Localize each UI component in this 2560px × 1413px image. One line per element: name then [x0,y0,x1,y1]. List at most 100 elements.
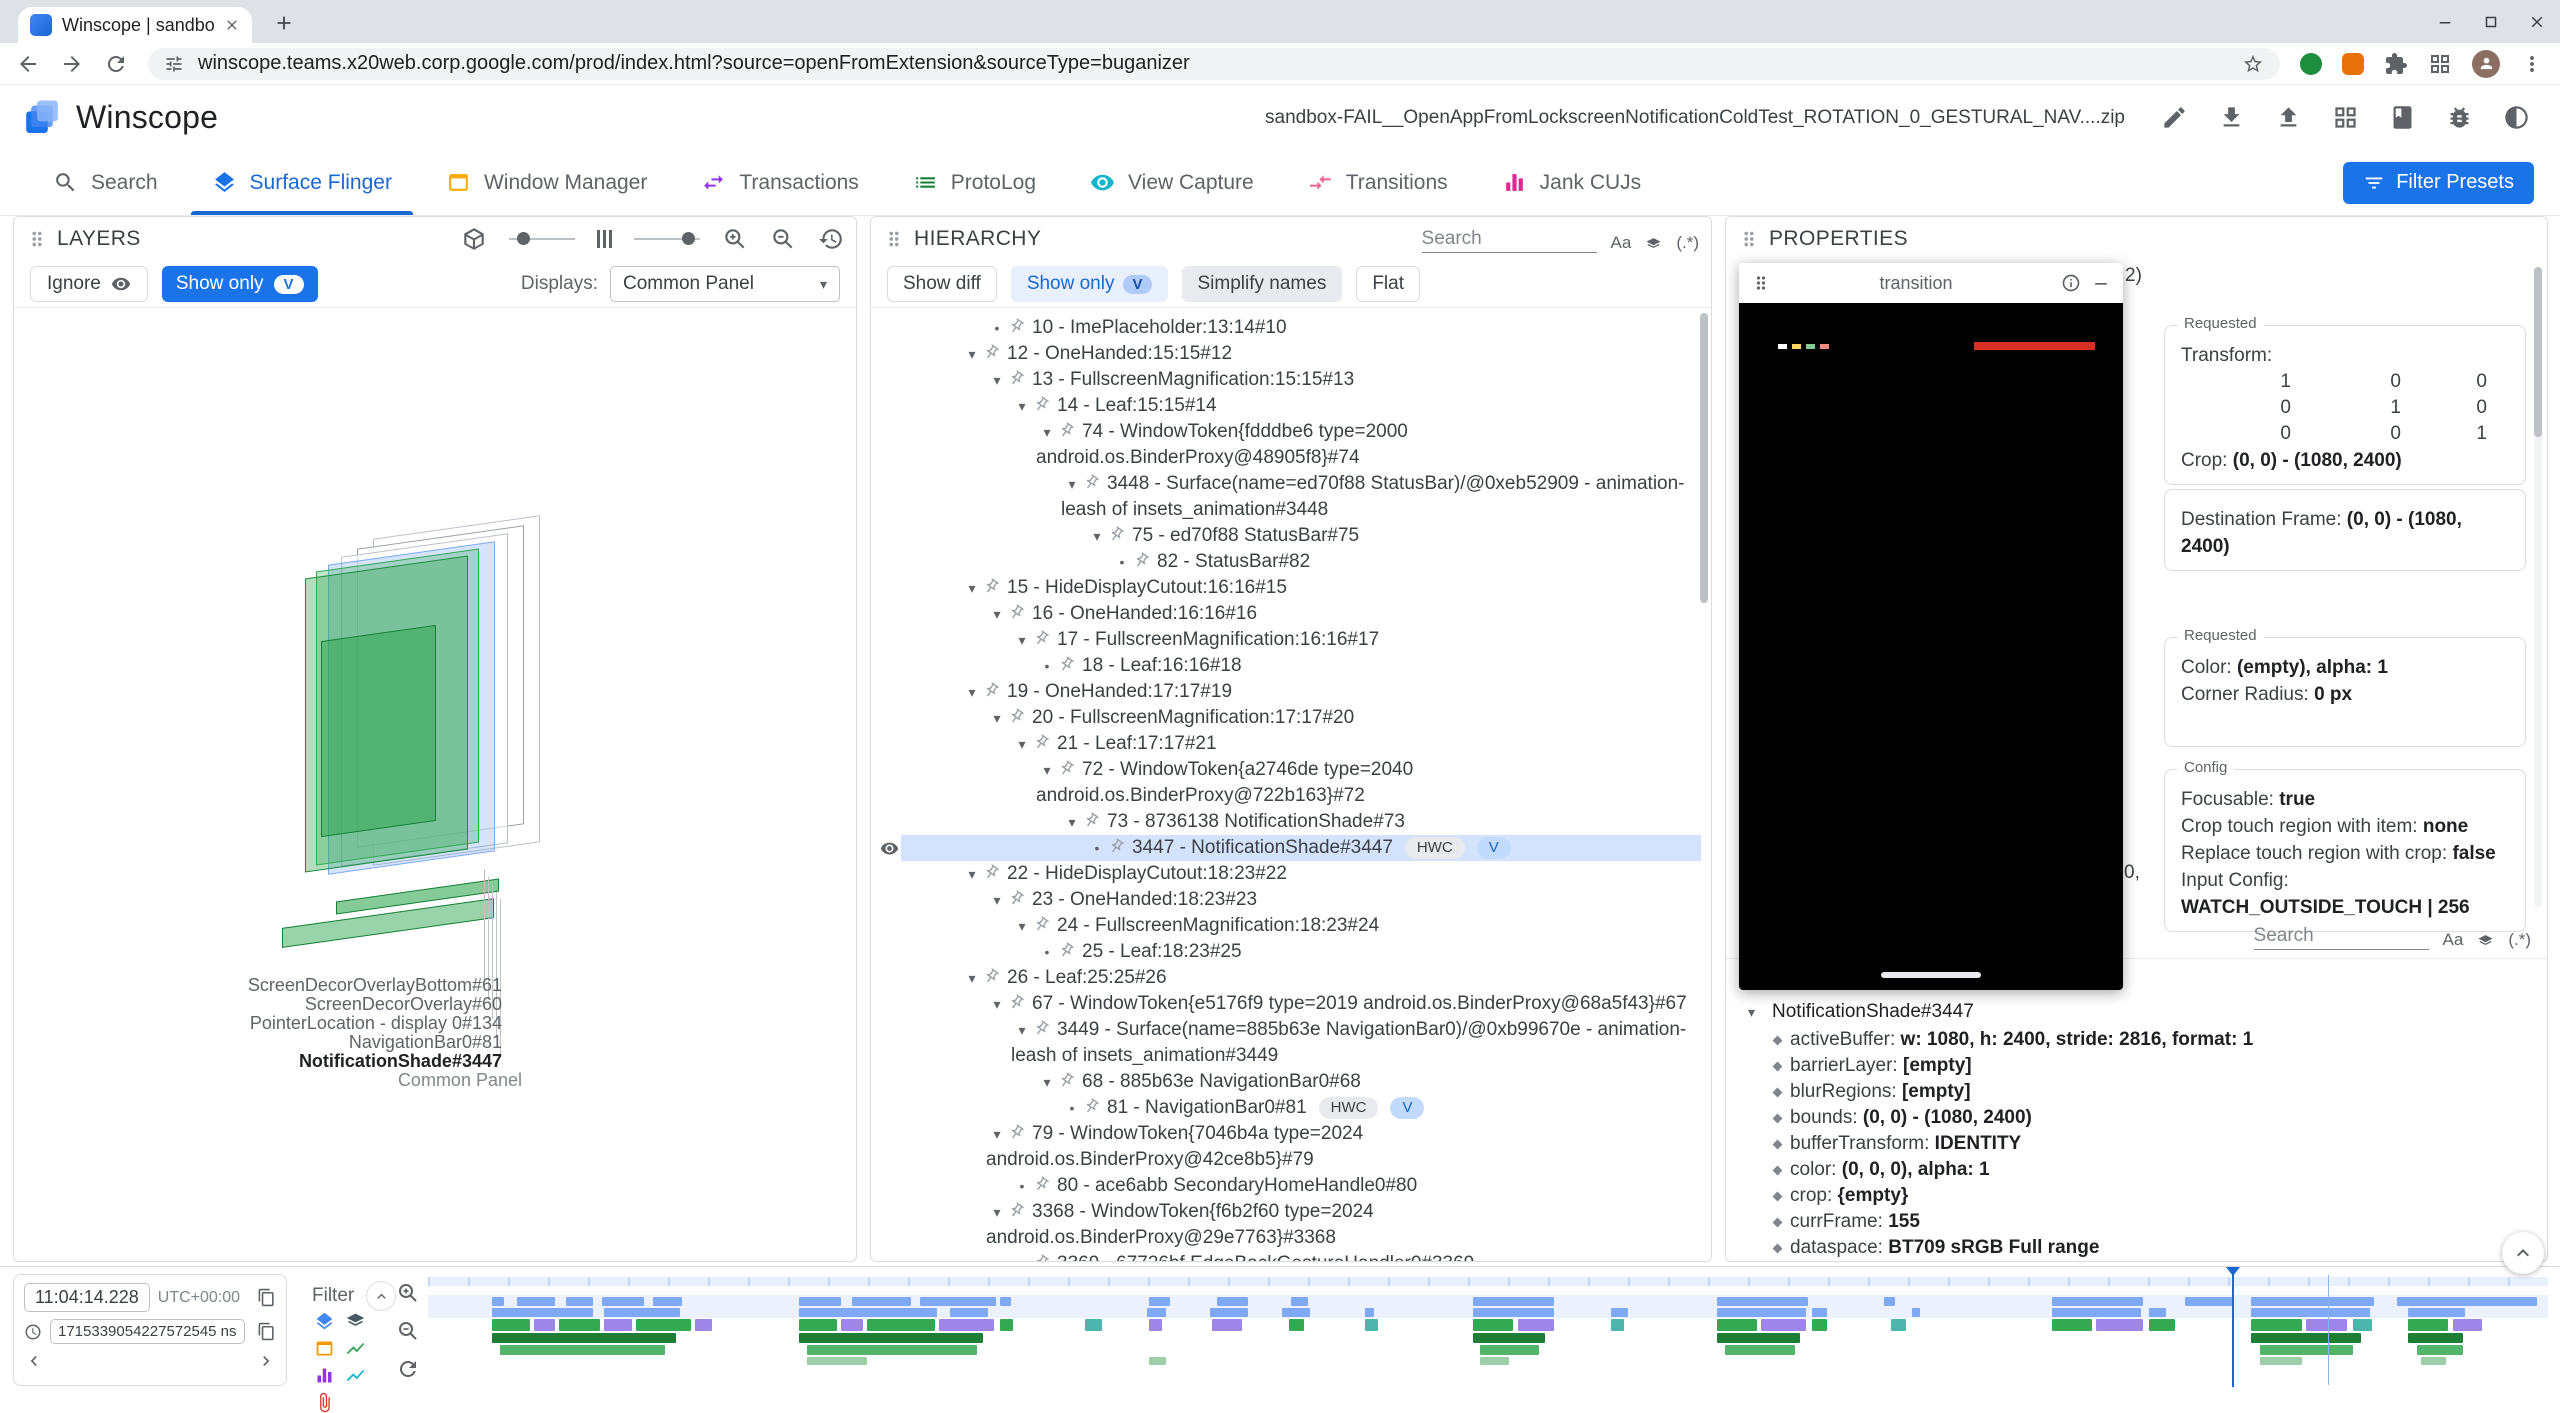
timeline-ruler[interactable] [428,1277,2548,1286]
ignore-button[interactable]: Ignore [30,266,148,302]
prev-entry-icon[interactable] [24,1351,44,1371]
pin-icon[interactable] [980,575,1004,599]
pin-icon[interactable] [980,341,1004,365]
search-scope-icon[interactable] [1645,236,1662,253]
bug-icon[interactable] [2446,104,2473,131]
tab-transactions[interactable]: Transactions [674,150,885,215]
tree-node[interactable]: ▾26 - Leaf:25:25#26 [871,965,1701,991]
timeline-band[interactable] [428,1267,2548,1393]
next-entry-icon[interactable] [256,1351,276,1371]
popup-minimize-icon[interactable] [2091,273,2111,293]
pin-icon[interactable] [1055,419,1079,443]
minimize-icon[interactable] [2422,0,2468,43]
pin-icon[interactable] [1005,991,1029,1015]
expand-timeline-button[interactable] [2502,1232,2544,1274]
copy-time-icon[interactable] [257,1288,276,1307]
pin-icon[interactable] [1055,939,1079,963]
tree-node[interactable]: ▾17 - FullscreenMagnification:16:16#17 [871,627,1701,653]
transitions-trace-icon[interactable] [314,1365,335,1386]
tree-node[interactable]: •81 - NavigationBar0#81HWCV [871,1095,1701,1121]
property-row[interactable]: color: (0, 0, 0), alpha: 1 [1726,1157,2547,1183]
pin-icon[interactable] [1030,1017,1054,1041]
pin-icon[interactable] [980,861,1004,885]
download-icon[interactable] [2218,104,2245,131]
profile-avatar[interactable] [2472,50,2500,78]
show-diff-button[interactable]: Show diff [887,266,997,302]
pin-icon[interactable] [1055,653,1079,677]
pin-icon[interactable] [980,965,1004,989]
extension-orange-icon[interactable] [2342,53,2364,75]
pin-icon[interactable] [1005,367,1029,391]
pin-icon[interactable] [1030,731,1054,755]
collapse-filter-icon[interactable] [366,1281,396,1311]
back-icon[interactable] [16,52,40,76]
zoom-in-icon[interactable] [722,226,748,252]
tree-node[interactable]: ▾16 - OneHanded:16:16#16 [871,601,1701,627]
property-row[interactable]: crop: {empty} [1726,1183,2547,1209]
forward-icon[interactable] [60,52,84,76]
simplify-names-button[interactable]: Simplify names [1182,266,1343,302]
property-row[interactable]: dataspace: BT709 sRGB Full range [1726,1235,2547,1261]
tree-node[interactable]: ▾67 - WindowToken{e5176f9 type=2019 andr… [871,991,1701,1017]
drag-handle-icon[interactable] [883,228,905,250]
protolog-trace-icon[interactable] [345,1338,366,1359]
regex-icon[interactable]: (.*) [1676,233,1699,253]
tree-node[interactable]: ▾13 - FullscreenMagnification:15:15#13 [871,367,1701,393]
side-panel-icon[interactable] [2428,52,2452,76]
tree-node[interactable]: ▾23 - OneHanded:18:23#23 [871,887,1701,913]
grid-icon[interactable] [2332,104,2359,131]
tree-node[interactable]: ▾72 - WindowToken{a2746de type=2040 andr… [871,757,1701,809]
pin-icon[interactable] [1105,835,1129,859]
darkmode-icon[interactable] [2503,104,2530,131]
tab-surface-flinger[interactable]: Surface Flinger [185,150,419,215]
tree-node[interactable]: •82 - StatusBar#82 [871,549,1701,575]
pin-icon[interactable] [1055,1069,1079,1093]
timestamp-format-icon[interactable] [24,1323,42,1341]
pin-icon[interactable] [1005,1199,1029,1223]
current-time[interactable]: 11:04:14.228 [24,1283,150,1312]
properties-scrollbar[interactable] [2534,267,2542,437]
properties-search-input[interactable] [2254,923,2429,950]
tree-node[interactable]: ▾68 - 885b63e NavigationBar0#68 [871,1069,1701,1095]
selected-node-title[interactable]: ▾NotificationShade#3447 [1726,997,2547,1027]
edit-icon[interactable] [2161,104,2188,131]
window-manager-trace-icon[interactable] [314,1338,335,1359]
pin-icon[interactable] [1055,757,1079,781]
pin-icon[interactable] [1030,1251,1054,1261]
pin-icon[interactable] [1005,601,1029,625]
pin-icon[interactable] [1030,393,1054,417]
url-bar[interactable]: winscope.teams.x20web.corp.google.com/pr… [148,48,2280,80]
spacing-slider[interactable] [634,238,700,240]
reset-view-icon[interactable] [818,226,844,252]
property-row[interactable]: bounds: (0, 0) - (1080, 2400) [1726,1105,2547,1131]
tab-window-manager[interactable]: Window Manager [419,150,674,215]
pin-icon[interactable] [1005,705,1029,729]
site-settings-icon[interactable] [164,54,184,74]
show-only-toggle[interactable]: Show only V [162,266,318,302]
popup-title-bar[interactable]: transition [1739,263,2123,303]
eventlog-trace-icon[interactable] [314,1392,335,1413]
tree-node[interactable]: ▾75 - ed70f88 StatusBar#75 [871,523,1701,549]
tree-node[interactable]: ▾74 - WindowToken{fdddbe6 type=2000 andr… [871,419,1701,471]
timeline-cursor-handle[interactable] [2226,1267,2240,1276]
layers-3d-scene[interactable]: ScreenDecorOverlayBottom#61ScreenDecorOv… [14,309,856,1261]
flat-button[interactable]: Flat [1356,266,1420,302]
reload-icon[interactable] [104,52,128,76]
search-scope-icon[interactable] [2477,933,2494,950]
pin-icon[interactable] [980,679,1004,703]
tree-node[interactable]: ▾22 - HideDisplayCutout:18:23#22 [871,861,1701,887]
surface-flinger-trace-icon[interactable] [314,1311,335,1332]
tree-node[interactable]: •80 - ace6abb SecondaryHomeHandle0#80 [871,1173,1701,1199]
browser-menu-icon[interactable] [2520,52,2544,76]
info-icon[interactable] [2061,273,2081,293]
tree-node[interactable]: ▾79 - WindowToken{7046b4a type=2024 andr… [871,1121,1701,1173]
rotation-3d-icon[interactable] [461,226,487,252]
tree-node[interactable]: ▾21 - Leaf:17:17#21 [871,731,1701,757]
extensions-icon[interactable] [2384,52,2408,76]
maximize-icon[interactable] [2468,0,2514,43]
pin-icon[interactable] [1030,1173,1054,1197]
layer-label[interactable]: NotificationShade#3447 [94,1052,502,1071]
pin-icon[interactable] [1080,809,1104,833]
expander-icon[interactable]: ▾ [1748,997,1772,1027]
extension-green-icon[interactable] [2300,53,2322,75]
